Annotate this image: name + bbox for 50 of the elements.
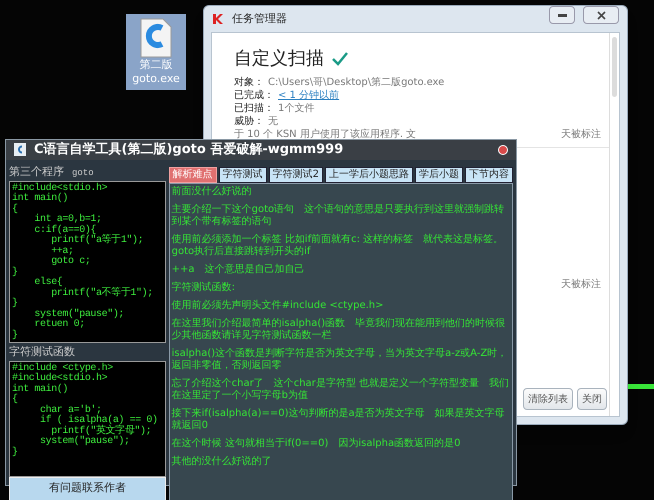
window-title: C语言自学工具(第二版)goto 吾爱破解-wgmm999 <box>34 140 344 159</box>
reputation-text: 于 10 个 KSN 用户使用了该应用程序. 文 <box>234 128 416 142</box>
detail-label: 已完成： <box>234 88 274 102</box>
detail-value: C:\Users\哥\Desktop\第二版goto.exe <box>268 76 444 90</box>
explanation-text: 使用前必须添加一个标签 比如if前面就有c: 这样的标签 就代表这是标签。goto执行后直接跳转到开头的if <box>172 234 504 258</box>
tab[interactable]: 下节内容 <box>465 166 513 182</box>
window-title: 任务管理器 <box>232 10 287 27</box>
tab[interactable]: 学后小题 <box>415 166 463 182</box>
dialog-button[interactable]: 关闭 <box>577 388 607 410</box>
scrollbar[interactable] <box>609 33 619 416</box>
detail-label: 威胁： <box>234 114 264 129</box>
section-title: 第三个程序 <box>9 164 64 180</box>
contact-author-button[interactable]: 有问题联系作者 <box>9 476 166 500</box>
explanation-text: isalpha()这个函数是判断字符是否为英文字母，当为英文字母a-z或A-Z时，返回非零值，否则返回零 <box>172 348 508 372</box>
minimize-icon <box>558 14 566 16</box>
explanation-text: 在这个时候 这句就相当于if(0==0) 因为isalpha函数返回的是0 <box>172 438 462 450</box>
explanation-text: 主要介绍一下这个goto语句 这个语句的意思是只要执行到这里就强制跳转到某个带有标签的语句 <box>172 204 506 228</box>
icon-label: 第二版 <box>140 58 172 72</box>
marked-note: 天被标注 <box>561 278 601 292</box>
explanation-text: 使用前必须先声明头文件#include <ctype.h> <box>172 300 385 312</box>
explanation-text: 前面没什么好说的 <box>172 186 253 198</box>
k-logo-icon <box>212 13 224 25</box>
tab[interactable]: 字符测试2 <box>268 166 323 182</box>
dialog-button[interactable]: 清除列表 <box>523 388 573 410</box>
explanation-text: 接下来if(isalpha(a)==0)这句判断的是a是否为英文字母 如果是英文字母就返回0 <box>172 408 506 432</box>
marked-note: 天被标注 <box>561 128 601 142</box>
detail-value: 1个文件 <box>278 102 314 116</box>
explanation-text: 字符测试函数: <box>172 282 236 294</box>
check-icon <box>332 52 348 66</box>
scan-heading: 自定义扫描 <box>234 47 324 71</box>
detail-value: 无 <box>268 115 278 129</box>
close-button[interactable] <box>583 6 619 24</box>
time-link[interactable]: < 1 分钟以前 <box>278 88 340 103</box>
minimize-button[interactable] <box>549 6 575 24</box>
section-title: 字符测试函数 <box>9 344 75 360</box>
explanation-text: 在这里我们介绍最简单的isalpha()函数 毕竟我们现在能用到他们的时候很少其他函数请详见字符测试函数一栏 <box>172 318 506 342</box>
explanation-text: ++a 这个意思是自己加自己 <box>172 264 306 276</box>
detail-label: 已扫描： <box>234 102 274 116</box>
section-tag: goto <box>72 167 94 180</box>
tab[interactable]: 上一学后小题思路 <box>325 166 413 182</box>
icon-label: goto.exe <box>132 72 180 86</box>
close-icon <box>596 10 606 20</box>
explanation-text: 忘了介绍这个char了 这个char是字符型 也就是定义一个字符型变量 我们在这里定了一个小写字母b为值 <box>172 378 510 402</box>
code-block: #include <ctype.h> #include<stdio.h> int main() { char a='b'; if ( isalpha(a) == 0) printf("英文字母"); system("pause"); } <box>9 360 166 476</box>
document-icon <box>138 18 174 58</box>
explanation-text: 其他的没什么好说的了 <box>172 456 273 468</box>
code-block: #include<stdio.h> int main() { int a=0,b=1; c:if(a==0){ printf("a等于1"); ++a; goto c; } else{ printf("a不等于1"); } system("pause"); retuen 0; } <box>9 180 166 342</box>
app-icon <box>14 143 26 156</box>
tab[interactable]: 字符测试 <box>218 166 267 182</box>
detail-label: 对象： <box>234 76 264 90</box>
